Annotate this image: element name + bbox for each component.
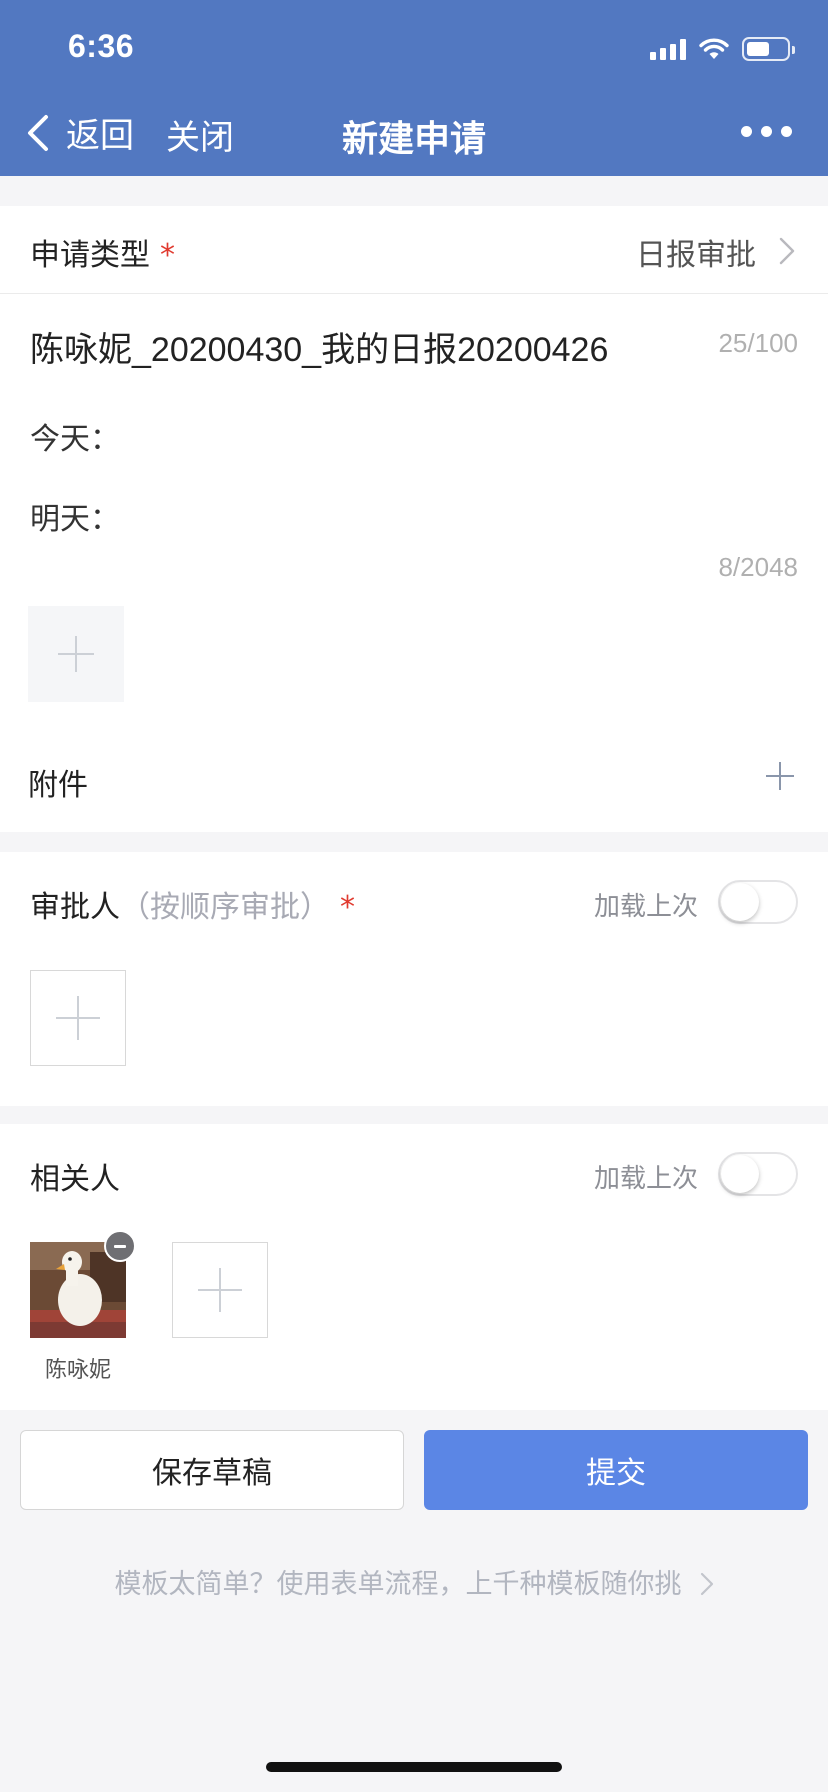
body-today-line[interactable]: 今天：: [30, 414, 120, 458]
title-input[interactable]: 陈咏妮_20200430_我的日报20200426: [30, 322, 608, 371]
toggle-knob: [721, 1155, 759, 1193]
save-draft-button[interactable]: 保存草稿: [20, 1430, 404, 1510]
add-image-button[interactable]: [28, 606, 124, 702]
body-char-count: 8/2048: [718, 552, 798, 582]
wifi-icon: [699, 38, 729, 59]
related-people-card: 相关人 加载上次 陈咏妮: [0, 1124, 828, 1410]
add-approver-button[interactable]: [30, 970, 126, 1066]
application-type-label: 申请类型 *: [30, 230, 175, 274]
required-mark: *: [340, 890, 355, 925]
body-tomorrow-line[interactable]: 明天：: [30, 494, 120, 538]
more-menu-button[interactable]: [741, 126, 792, 137]
title-char-count: 25/100: [718, 328, 798, 358]
more-dot-icon: [781, 126, 792, 137]
chevron-right-icon: [700, 1572, 713, 1596]
approvers-label-text: 审批人: [30, 890, 120, 925]
application-type-row[interactable]: 申请类型 * 日报审批: [0, 206, 828, 294]
related-load-last-toggle[interactable]: [718, 1152, 798, 1196]
remove-person-button[interactable]: [104, 1230, 136, 1262]
person-name: 陈咏妮: [44, 1358, 111, 1383]
approvers-order-hint: （按顺序审批）: [120, 890, 330, 925]
signal-icon: [650, 38, 686, 60]
application-type-value: 日报审批: [636, 238, 756, 273]
back-label: 返回: [66, 116, 134, 156]
add-related-person-button[interactable]: [172, 1242, 268, 1338]
approvers-load-last-label: 加载上次: [593, 892, 698, 922]
attachment-label: 附件: [28, 768, 88, 803]
chevron-left-icon: [28, 114, 48, 151]
approvers-card: 审批人（按顺序审批） * 加载上次: [0, 852, 828, 1106]
application-form-card: 申请类型 * 日报审批 陈咏妮_20200430_我的日报20200426 25/…: [0, 206, 828, 832]
close-button[interactable]: 关闭: [166, 110, 234, 159]
more-dot-icon: [741, 126, 752, 137]
status-icons: [650, 36, 795, 62]
nav-header: 6:36 返回 关闭 新建申请: [0, 0, 828, 176]
more-dot-icon: [761, 126, 772, 137]
add-attachment-button[interactable]: [762, 758, 798, 794]
template-link-text: 模板太简单？使用表单流程，上千种模板随你挑: [114, 1569, 682, 1600]
approvers-label: 审批人（按顺序审批） *: [30, 882, 355, 926]
status-time: 6:36: [68, 28, 135, 64]
submit-button[interactable]: 提交: [424, 1430, 808, 1510]
related-people-label: 相关人: [30, 1162, 120, 1197]
home-indicator: [266, 1762, 562, 1772]
approvers-load-last-toggle[interactable]: [718, 880, 798, 924]
back-button[interactable]: 返回: [22, 108, 134, 157]
required-mark: *: [160, 238, 175, 273]
application-type-label-text: 申请类型: [30, 238, 150, 273]
template-link[interactable]: 模板太简单？使用表单流程，上千种模板随你挑: [0, 1562, 828, 1601]
toggle-knob: [721, 883, 759, 921]
related-load-last-label: 加载上次: [593, 1164, 698, 1194]
battery-icon: [742, 37, 795, 61]
chevron-right-icon: [779, 237, 795, 265]
